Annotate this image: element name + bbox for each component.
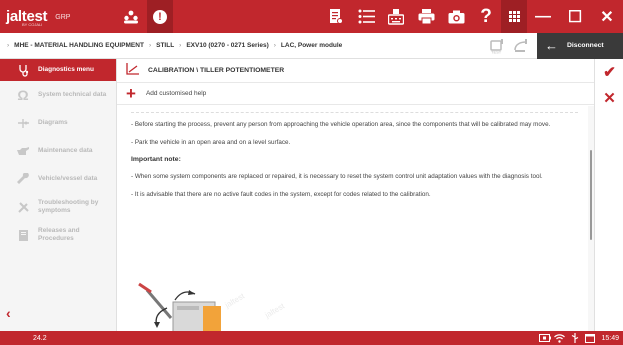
page-title: CALIBRATION \ TILLER POTENTIOMETER — [148, 67, 285, 74]
breadcrumb-item-system[interactable]: LAC, Power module — [281, 42, 342, 49]
sidebar-item-label: Diagnostics menu — [38, 66, 94, 73]
sidebar: Diagnostics menu Ω System technical data… — [0, 59, 117, 331]
disconnect-label: Disconnect — [567, 42, 604, 49]
logo-tag: BY COJALI — [22, 22, 43, 27]
calibration-icon — [126, 62, 140, 80]
sidebar-item-label: Maintenance data — [38, 147, 93, 154]
help-icon[interactable]: ? — [471, 0, 501, 33]
book-icon — [16, 228, 30, 242]
confirm-button[interactable]: ✔ — [595, 59, 623, 85]
main-panel: CALIBRATION \ TILLER POTENTIOMETER + Add… — [117, 59, 594, 331]
add-customised-help-button[interactable]: + Add customised help — [117, 83, 594, 105]
printer-icon[interactable] — [411, 0, 441, 33]
omega-icon: Ω — [17, 87, 29, 103]
arrow-left-icon: ← — [545, 38, 558, 53]
sidebar-item-vehicle-data[interactable]: Vehicle/vessel data — [0, 165, 116, 193]
sidebar-item-label: Releases and Procedures — [38, 227, 80, 242]
diagnostic-tool-icon[interactable] — [509, 33, 533, 59]
minimize-button[interactable]: — — [527, 0, 559, 33]
disconnect-button[interactable]: ← Disconnect — [537, 32, 623, 59]
breadcrumb-bar: › MHE - MATERIAL HANDLING EQUIPMENT › ST… — [0, 32, 623, 59]
wrench-icon — [16, 172, 30, 186]
clock: 15:49 — [601, 334, 619, 342]
svg-text:TEST: TEST — [491, 49, 502, 54]
version-label: 24.2 — [33, 334, 47, 342]
instruction-paragraph: - When some system components are replac… — [131, 173, 543, 180]
breadcrumb-separator: › — [179, 42, 182, 49]
diagram-icon — [16, 116, 30, 130]
jaltest-logo: jaltest GRP BY COJALI — [0, 0, 118, 33]
breadcrumb: › MHE - MATERIAL HANDLING EQUIPMENT › ST… — [0, 42, 342, 49]
breadcrumb-item-brand[interactable]: STILL — [156, 42, 174, 49]
svg-text:jaltest: jaltest — [223, 291, 247, 310]
breadcrumb-item-category[interactable]: MHE - MATERIAL HANDLING EQUIPMENT — [14, 42, 144, 49]
important-note-heading: Important note: — [131, 156, 181, 163]
sidebar-item-system-technical-data[interactable]: Ω System technical data — [0, 81, 116, 109]
scrollbar-thumb[interactable] — [590, 150, 592, 240]
calendar-icon — [582, 331, 597, 345]
pallet-truck-illustration: jaltest jaltest — [138, 282, 287, 331]
instruction-paragraph: - It is advisable that there are no acti… — [131, 191, 431, 198]
plus-icon: + — [126, 84, 136, 103]
instruction-paragraph: - Park the vehicle in an open area and o… — [131, 139, 291, 146]
top-bar: jaltest GRP BY COJALI ! ? — ☐ ✕ — [0, 0, 623, 33]
sidebar-item-label: Diagrams — [38, 119, 68, 126]
keyboard-icon[interactable] — [381, 0, 411, 33]
sidebar-item-label: System technical data — [38, 91, 107, 98]
maximize-button[interactable]: ☐ — [559, 0, 591, 33]
oil-can-icon — [16, 144, 30, 158]
breadcrumb-separator: › — [273, 42, 276, 49]
back-chevron-icon[interactable]: ‹ — [6, 305, 11, 321]
sidebar-item-diagnostics-menu[interactable]: Diagnostics menu — [0, 59, 116, 81]
battery-icon — [537, 331, 552, 345]
status-bar: 24.2 15:49 — [0, 331, 623, 345]
breadcrumb-item-model[interactable]: EXV10 (0270 - 0271 Series) — [186, 42, 268, 49]
diagnostics-icon — [16, 63, 30, 77]
close-button[interactable]: ✕ — [591, 0, 623, 33]
sidebar-item-maintenance-data[interactable]: Maintenance data — [0, 137, 116, 165]
procedure-title-bar: CALIBRATION \ TILLER POTENTIOMETER — [117, 59, 594, 83]
help-glyph: ? — [480, 6, 492, 27]
test-tool-icon[interactable]: TEST — [485, 33, 509, 59]
sidebar-item-label: Troubleshooting by symptoms — [38, 199, 99, 214]
camera-icon[interactable] — [441, 0, 471, 33]
sidebar-item-releases[interactable]: Releases and Procedures — [0, 221, 116, 249]
usb-icon — [567, 331, 582, 345]
apps-grid-icon[interactable] — [501, 0, 527, 33]
action-panel: ✔ ✕ — [594, 59, 623, 331]
cancel-button[interactable]: ✕ — [595, 85, 623, 111]
sidebar-item-label: Vehicle/vessel data — [38, 175, 98, 182]
help-content: - Before starting the process, prevent a… — [117, 106, 588, 331]
tools-icon — [16, 200, 30, 214]
report-icon[interactable] — [321, 0, 351, 33]
app-window: jaltest GRP BY COJALI ! ? — ☐ ✕ › MHE - … — [0, 0, 623, 345]
instruction-paragraph: - Before starting the process, prevent a… — [131, 121, 551, 128]
sidebar-item-diagrams[interactable]: Diagrams — [0, 109, 116, 137]
svg-text:jaltest: jaltest — [263, 301, 287, 320]
alert-button[interactable]: ! — [147, 0, 173, 33]
list-icon[interactable] — [351, 0, 381, 33]
people-icon[interactable] — [118, 4, 144, 30]
breadcrumb-separator: › — [148, 42, 152, 49]
breadcrumb-separator: › — [7, 42, 10, 49]
logo-sub: GRP — [55, 14, 71, 21]
add-help-label: Add customised help — [145, 90, 207, 97]
sidebar-item-troubleshooting[interactable]: Troubleshooting by symptoms — [0, 193, 116, 221]
wifi-icon — [552, 331, 567, 345]
alert-icon: ! — [153, 9, 167, 24]
